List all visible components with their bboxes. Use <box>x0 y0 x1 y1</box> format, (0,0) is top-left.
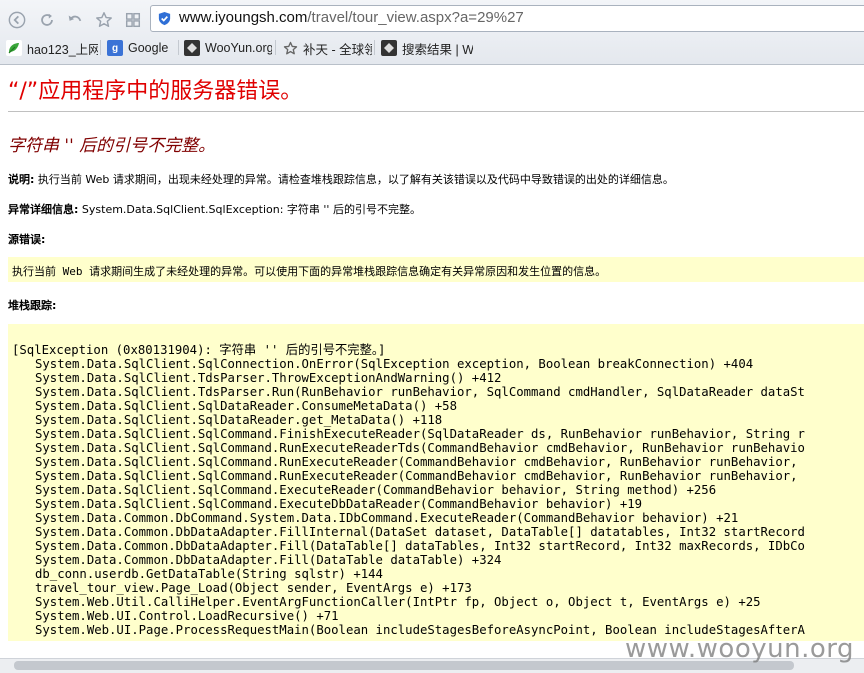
source-error-text: 执行当前 Web 请求期间生成了未经处理的异常。可以使用下面的异常堆栈跟踪信息确… <box>12 265 607 278</box>
watermark: www.wooyun.org <box>624 634 854 664</box>
undo-icon <box>68 15 82 22</box>
bookmark-divider <box>178 40 179 55</box>
stack-trace-line: System.Data.SqlClient.SqlCommand.RunExec… <box>35 455 798 469</box>
stack-trace-line: System.Data.Common.DbDataAdapter.FillInt… <box>35 525 805 539</box>
stack-trace-line: System.Data.SqlClient.SqlCommand.Execute… <box>35 497 643 511</box>
stack-trace-line: System.Data.SqlClient.SqlDataReader.Cons… <box>35 399 457 413</box>
description-text: 执行当前 Web 请求期间，出现未经处理的异常。请检查堆栈跟踪信息，以了解有关该… <box>34 173 674 186</box>
description-paragraph: 说明: 执行当前 Web 请求期间，出现未经处理的异常。请检查堆栈跟踪信息，以了… <box>8 171 674 187</box>
description-label: 说明: <box>8 173 35 186</box>
back-arrow-icon <box>8 11 26 29</box>
apps-button[interactable] <box>122 9 144 31</box>
wooyun-icon <box>381 40 397 56</box>
stack-trace-line: System.Data.SqlClient.SqlDataReader.get_… <box>35 413 443 427</box>
address-bar[interactable]: www.iyoungsh.com/travel/tour_view.aspx?a… <box>150 5 864 32</box>
favorite-button[interactable] <box>93 9 115 31</box>
stack-trace-box: [SqlException (0x80131904): 字符串 '' 后的引号不… <box>8 324 864 641</box>
bookmark-label: 补天 - 全球领 <box>303 42 372 57</box>
star-icon <box>282 40 298 56</box>
address-text[interactable]: www.iyoungsh.com/travel/tour_view.aspx?a… <box>179 9 524 26</box>
stack-trace-line: [SqlException (0x80131904): 字符串 '' 后的引号不… <box>12 343 386 357</box>
back-button[interactable] <box>6 9 28 31</box>
bookmark-divider <box>275 40 276 55</box>
grid-icon <box>125 12 141 28</box>
title-divider <box>8 111 864 112</box>
undo-button[interactable] <box>64 9 86 31</box>
exception-text: System.Data.SqlClient.SqlException: 字符串 … <box>78 203 421 216</box>
stack-trace-line: System.Web.UI.Control.LoadRecursive() +7… <box>35 609 339 623</box>
stack-trace-line: travel_tour_view.Page_Load(Object sender… <box>35 581 472 595</box>
source-error-box: 执行当前 Web 请求期间生成了未经处理的异常。可以使用下面的异常堆栈跟踪信息确… <box>8 257 864 282</box>
address-host: www.iyoungsh.com <box>179 9 308 26</box>
bookmark-label: WooYun.org <box>205 41 272 55</box>
page-content: “/”应用程序中的服务器错误。 字符串 '' 后的引号不完整。 说明: 执行当前… <box>0 65 864 658</box>
browser-toolbar: www.iyoungsh.com/travel/tour_view.aspx?a… <box>0 0 864 65</box>
bookmarks-bar: hao123_上网 g Google WooYun.org 补天 - 全球领 搜… <box>0 37 864 59</box>
bookmark-hao123[interactable]: hao123_上网 <box>6 39 98 57</box>
google-icon: g <box>107 40 123 56</box>
wooyun-icon <box>184 40 200 56</box>
refresh-button[interactable] <box>36 9 58 31</box>
stack-trace-line: System.Data.SqlClient.SqlCommand.Execute… <box>35 483 717 497</box>
stack-trace-line: System.Data.SqlClient.SqlConnection.OnEr… <box>35 357 754 371</box>
stack-trace-line: System.Data.Common.DbDataAdapter.Fill(Da… <box>35 553 502 567</box>
stack-trace-line: System.Data.SqlClient.TdsParser.Run(RunB… <box>35 385 805 399</box>
error-subtitle: 字符串 '' 后的引号不完整。 <box>8 136 216 156</box>
stack-trace-line: db_conn.userdb.GetDataTable(String sqlst… <box>35 567 383 581</box>
stack-trace-label: 堆栈跟踪: <box>8 299 57 312</box>
stack-trace-line: System.Data.SqlClient.SqlCommand.RunExec… <box>35 441 805 455</box>
exception-paragraph: 异常详细信息: System.Data.SqlClient.SqlExcepti… <box>8 201 421 217</box>
shield-icon <box>158 11 171 26</box>
stack-trace-line: System.Data.SqlClient.TdsParser.ThrowExc… <box>35 371 502 385</box>
stack-trace-line: System.Data.SqlClient.SqlCommand.FinishE… <box>35 427 805 441</box>
bookmark-label: hao123_上网 <box>27 42 98 57</box>
bookmark-search-results[interactable]: 搜索结果 | W <box>381 39 473 57</box>
bookmark-wooyun[interactable]: WooYun.org <box>184 39 272 57</box>
star-icon <box>96 12 112 28</box>
bookmark-divider <box>100 40 101 55</box>
bookmark-google[interactable]: g Google <box>107 39 177 57</box>
bookmark-label: 搜索结果 | W <box>402 42 473 57</box>
page-title: “/”应用程序中的服务器错误。 <box>8 79 303 104</box>
stack-trace-line: System.Data.SqlClient.SqlCommand.RunExec… <box>35 469 798 483</box>
stack-trace-line: System.Data.Common.DbDataAdapter.Fill(Da… <box>35 539 805 553</box>
stack-trace-line: System.Web.Util.CalliHelper.EventArgFunc… <box>35 595 761 609</box>
exception-label: 异常详细信息: <box>8 203 79 216</box>
hao123-icon <box>6 40 22 56</box>
address-path: /travel/tour_view.aspx?a=29%27 <box>307 9 524 26</box>
bookmark-divider <box>374 40 375 55</box>
bookmark-label: Google <box>128 41 169 55</box>
bookmark-butian[interactable]: 补天 - 全球领 <box>282 39 372 57</box>
refresh-icon <box>41 13 53 26</box>
stack-trace-line: System.Data.Common.DbCommand.System.Data… <box>35 511 739 525</box>
stack-trace: [SqlException (0x80131904): 字符串 '' 后的引号不… <box>12 343 805 637</box>
source-error-label: 源错误: <box>8 233 46 246</box>
